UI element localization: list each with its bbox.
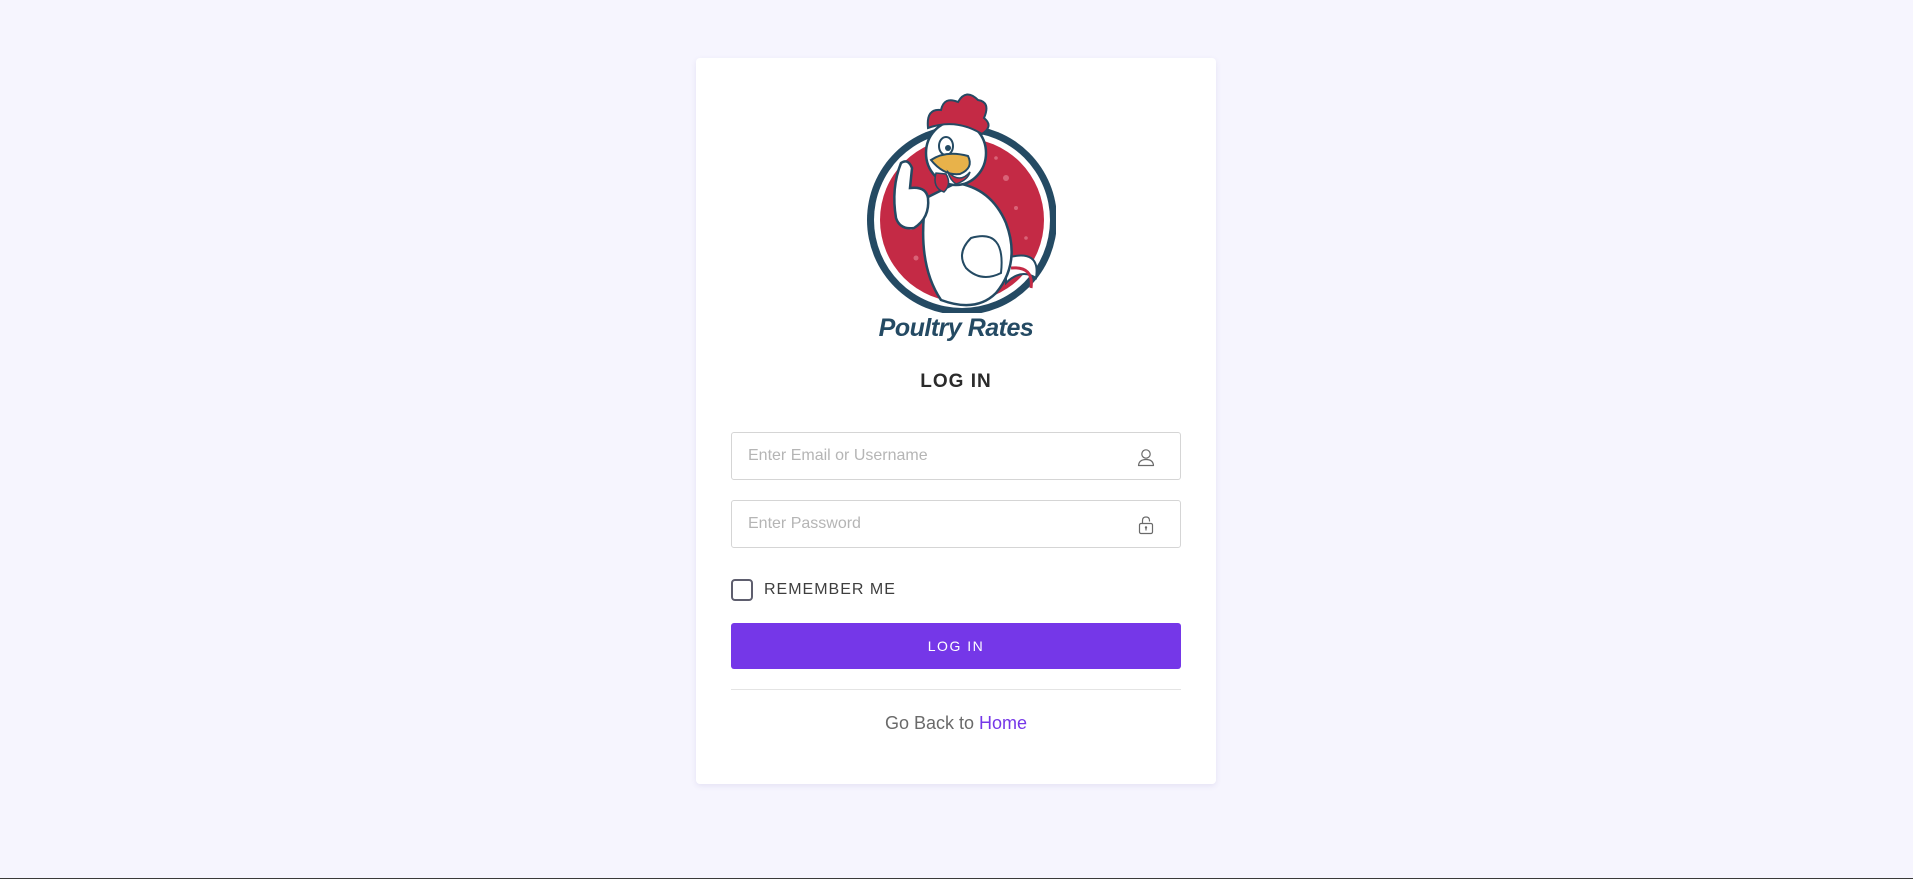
brand-name: Poultry Rates [878,314,1034,342]
login-button[interactable]: LOG IN [731,623,1181,669]
page-title: LOG IN [920,371,992,392]
remember-me: REMEMBER ME [731,577,896,603]
divider [731,689,1181,690]
home-link[interactable]: Home [979,713,1027,733]
rooster-logo-icon [867,93,1056,313]
password-field [731,500,1181,548]
remember-me-label[interactable]: REMEMBER ME [764,581,896,599]
lock-icon [1138,516,1154,535]
password-input[interactable] [732,501,1180,547]
email-field [731,432,1181,480]
back-text: Go Back to [884,713,974,733]
login-card: Poultry Rates LOG IN REMEMBER ME LOG IN … [696,58,1216,784]
remember-me-checkbox[interactable] [731,579,753,601]
email-input[interactable] [732,433,1180,479]
brand-logo: Poultry Rates [856,88,1056,368]
user-icon [1137,449,1155,467]
back-to-home: Go Back to Home [696,713,1216,734]
